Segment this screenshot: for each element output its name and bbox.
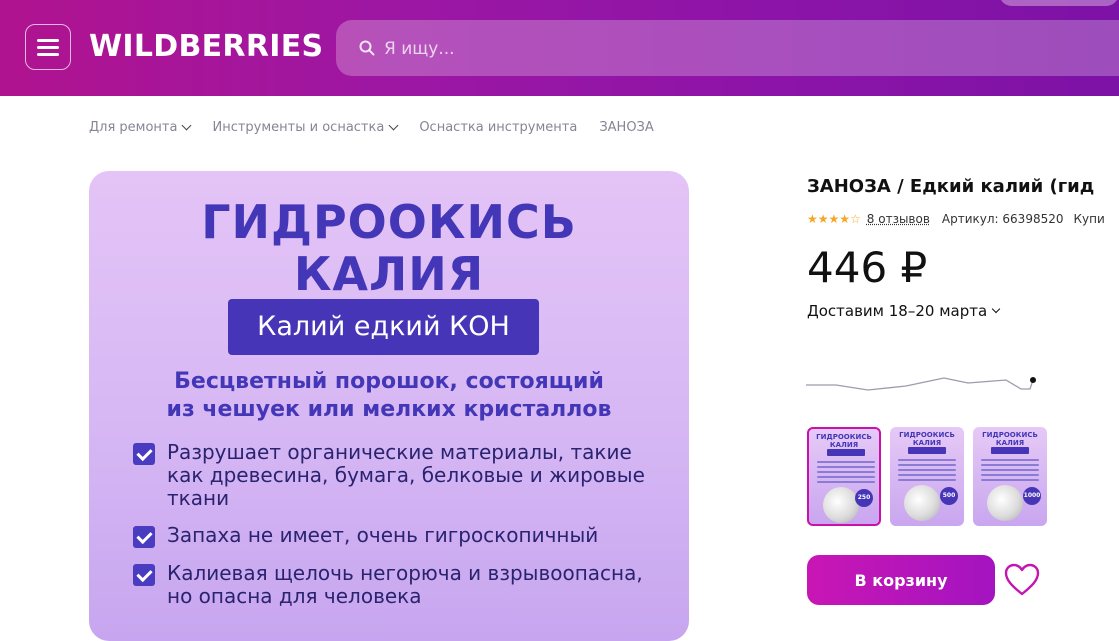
product-title: ЗАНОЗА / Едкий калий (гид — [807, 176, 1095, 197]
search-bar[interactable] — [336, 20, 1119, 78]
breadcrumb-item-brand[interactable]: ЗАНОЗА — [599, 120, 653, 135]
thumbnail-3[interactable]: ГИДРООКИСЬ КАЛИЯ 1000 — [973, 427, 1047, 526]
image-title-line2: КАЛИЯ — [293, 247, 485, 301]
thumbnail-text-lines — [817, 461, 875, 486]
search-input[interactable] — [382, 20, 986, 78]
search-icon — [359, 40, 375, 56]
logo[interactable]: WILDBERRIES — [89, 29, 323, 64]
image-feature-item: Калиевая щелочь негорюча и взрывоопасна,… — [133, 562, 673, 608]
image-subtitle-line2: из чешуек или мелких кристаллов — [166, 397, 612, 422]
thumbnail-badge — [827, 449, 865, 456]
thumbnail-2[interactable]: ГИДРООКИСЬ КАЛИЯ 500 — [890, 427, 964, 526]
thumbnail-title: ГИДРООКИСЬ КАЛИЯ — [816, 433, 872, 449]
image-badge: Калий едкий КОН — [228, 299, 539, 355]
menu-button[interactable] — [25, 24, 71, 70]
image-feature-text: Разрушает органические материалы, такие … — [167, 440, 645, 510]
product-image[interactable]: ГИДРООКИСЬ КАЛИЯ Калий едкий КОН Бесцвет… — [89, 171, 689, 641]
thumbnail-text-lines — [898, 459, 956, 484]
checkbox-icon — [133, 526, 155, 548]
thumbnail-weight-tag: 500 — [940, 487, 958, 505]
add-to-cart-button[interactable]: В корзину — [807, 555, 995, 605]
buy-count: Купи — [1073, 212, 1105, 226]
breadcrumb-item-tool-accessories[interactable]: Оснастка инструмента — [419, 120, 577, 135]
price-history-graph[interactable] — [806, 370, 1040, 396]
breadcrumb-item-tools[interactable]: Инструменты и оснастка — [212, 120, 399, 135]
price-history-point — [1030, 377, 1036, 383]
checkbox-icon — [133, 564, 155, 586]
chevron-down-icon — [182, 120, 192, 131]
thumbnail-strip: ГИДРООКИСЬ КАЛИЯ 250 ГИДРООКИСЬ КАЛИЯ 50… — [807, 427, 1047, 526]
image-subtitle-line1: Бесцветный порошок, состоящий — [174, 369, 604, 394]
powder-image — [904, 485, 940, 521]
menu-bar — [37, 39, 59, 42]
price-history-line — [806, 377, 1034, 391]
chevron-down-icon — [388, 120, 399, 131]
menu-bar — [37, 53, 59, 56]
checkbox-icon — [133, 443, 155, 465]
image-feature-list: Разрушает органические материалы, такие … — [133, 441, 673, 622]
header: WILDBERRIES — [0, 0, 1119, 96]
delivery-info[interactable]: Доставим 18–20 марта — [807, 302, 1001, 320]
thumbnail-badge — [908, 447, 946, 454]
menu-bar — [37, 46, 59, 49]
reviews-link[interactable]: 8 отзывов — [867, 212, 930, 226]
breadcrumb-label: Для ремонта — [89, 120, 178, 135]
image-feature-text: Калиевая щелочь негорюча и взрывоопасна,… — [167, 561, 643, 608]
thumbnail-title: ГИДРООКИСЬ КАЛИЯ — [899, 431, 955, 447]
breadcrumb-label: Оснастка инструмента — [419, 120, 578, 135]
article-number[interactable]: Артикул: 66398520 — [942, 212, 1064, 226]
image-feature-item: Запаха не имеет, очень гигроскопичный — [133, 524, 673, 548]
breadcrumb-label: ЗАНОЗА — [599, 120, 654, 135]
thumbnail-1[interactable]: ГИДРООКИСЬ КАЛИЯ 250 — [807, 427, 881, 526]
thumbnail-weight-tag: 250 — [855, 489, 873, 507]
breadcrumb-label: Инструменты и оснастка — [212, 120, 385, 135]
thumbnail-weight-tag: 1000 — [1023, 487, 1041, 505]
breadcrumb-item-for-repair[interactable]: Для ремонта — [89, 120, 192, 135]
image-feature-item: Разрушает органические материалы, такие … — [133, 441, 673, 510]
chevron-down-icon — [991, 304, 1001, 314]
delivery-text: Доставим 18–20 марта — [807, 302, 988, 320]
product-meta: ★★★★☆ 8 отзывов Артикул: 66398520 Купи — [807, 212, 1105, 226]
heart-icon[interactable] — [1004, 563, 1040, 597]
thumbnail-badge — [991, 447, 1029, 454]
powder-image — [987, 485, 1023, 521]
rating-stars-icon: ★★★★☆ — [807, 212, 861, 226]
thumbnail-title: ГИДРООКИСЬ КАЛИЯ — [982, 431, 1038, 447]
image-title-line1: ГИДРООКИСЬ — [201, 195, 577, 249]
product-price: 446 ₽ — [807, 243, 928, 292]
breadcrumb: Для ремонта Инструменты и оснастка Оснас… — [89, 120, 676, 135]
image-subtitle: Бесцветный порошок, состоящий из чешуек … — [89, 368, 689, 424]
powder-image — [823, 487, 859, 523]
thumbnail-text-lines — [981, 459, 1039, 484]
image-feature-text: Запаха не имеет, очень гигроскопичный — [167, 523, 599, 547]
